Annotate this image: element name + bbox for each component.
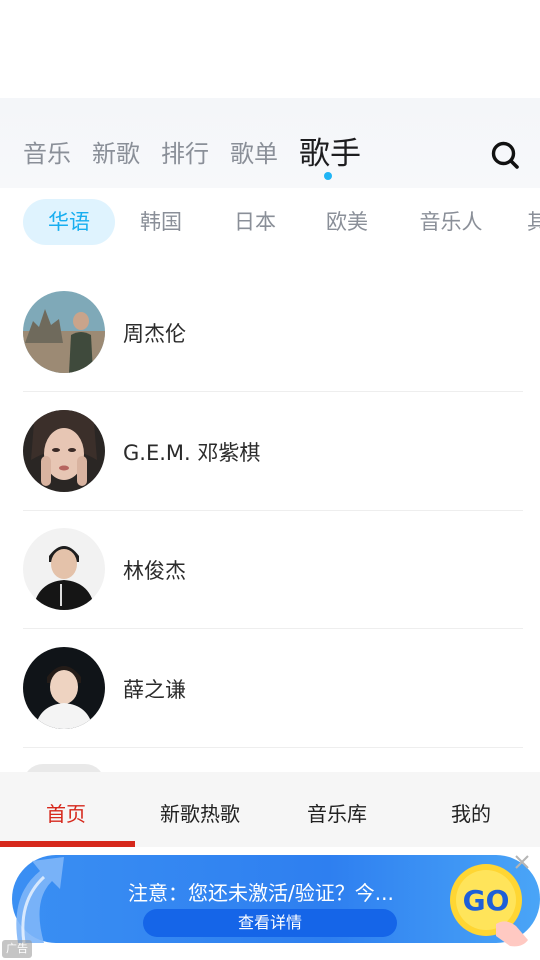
singer-row[interactable]: 周杰伦 [23,274,523,392]
bottom-navigation: 首页 新歌热歌 音乐库 我的 [0,772,540,850]
singer-name: 林俊杰 [123,559,186,583]
search-icon[interactable] [490,140,520,170]
ad-arrow-icon [16,857,65,944]
ad-tag: 广告 [2,940,32,958]
svg-text:GO: GO [463,884,510,917]
ad-details-button[interactable]: 查看详情 [143,909,397,937]
status-bar-area [0,0,540,98]
tab-ranking[interactable]: 排行 [161,134,209,169]
singer-name: 薛之谦 [123,678,186,702]
region-filter-bar: 华语 韩国 日本 欧美 音乐人 其 [0,196,540,252]
tab-singers[interactable]: 歌手 [299,128,361,173]
tab-music[interactable]: 音乐 [23,134,71,169]
singer-name: 周杰伦 [123,322,186,346]
close-icon[interactable] [512,852,532,872]
filter-western[interactable]: 欧美 [311,199,383,245]
filter-other[interactable]: 其 [527,199,540,245]
singer-name: G.E.M. 邓紫棋 [123,441,261,465]
singer-row[interactable]: 林俊杰 [23,511,523,629]
nav-mine[interactable]: 我的 [451,798,491,827]
tab-new-songs[interactable]: 新歌 [92,134,140,169]
nav-music-library[interactable]: 音乐库 [307,798,367,827]
top-tab-bar: 音乐 新歌 排行 歌单 歌手 [0,98,540,188]
filter-chinese[interactable]: 华语 [23,199,115,245]
nav-new-hot-songs[interactable]: 新歌热歌 [160,798,240,827]
music-app-screen: 音乐 新歌 排行 歌单 歌手 华语 韩国 日本 欧美 音乐人 其 周杰伦 G.E… [0,0,540,960]
filter-musicians[interactable]: 音乐人 [411,199,491,245]
singer-avatar [23,410,105,492]
tab-playlists[interactable]: 歌单 [230,134,278,169]
go-badge-icon[interactable]: GO [444,862,530,948]
singer-row[interactable]: 薛之谦 [23,630,523,748]
filter-japan[interactable]: 日本 [219,199,291,245]
row-divider [23,628,523,629]
row-divider [23,391,523,392]
nav-home[interactable]: 首页 [46,798,86,827]
ad-message: 注意：您还未激活/验证？今... [128,881,394,905]
singer-row[interactable]: G.E.M. 邓紫棋 [23,393,523,511]
singer-avatar [23,291,105,373]
singer-avatar [23,647,105,729]
filter-korea[interactable]: 韩国 [125,199,197,245]
active-tab-indicator [324,172,332,180]
row-divider [23,747,523,748]
singer-avatar [23,528,105,610]
